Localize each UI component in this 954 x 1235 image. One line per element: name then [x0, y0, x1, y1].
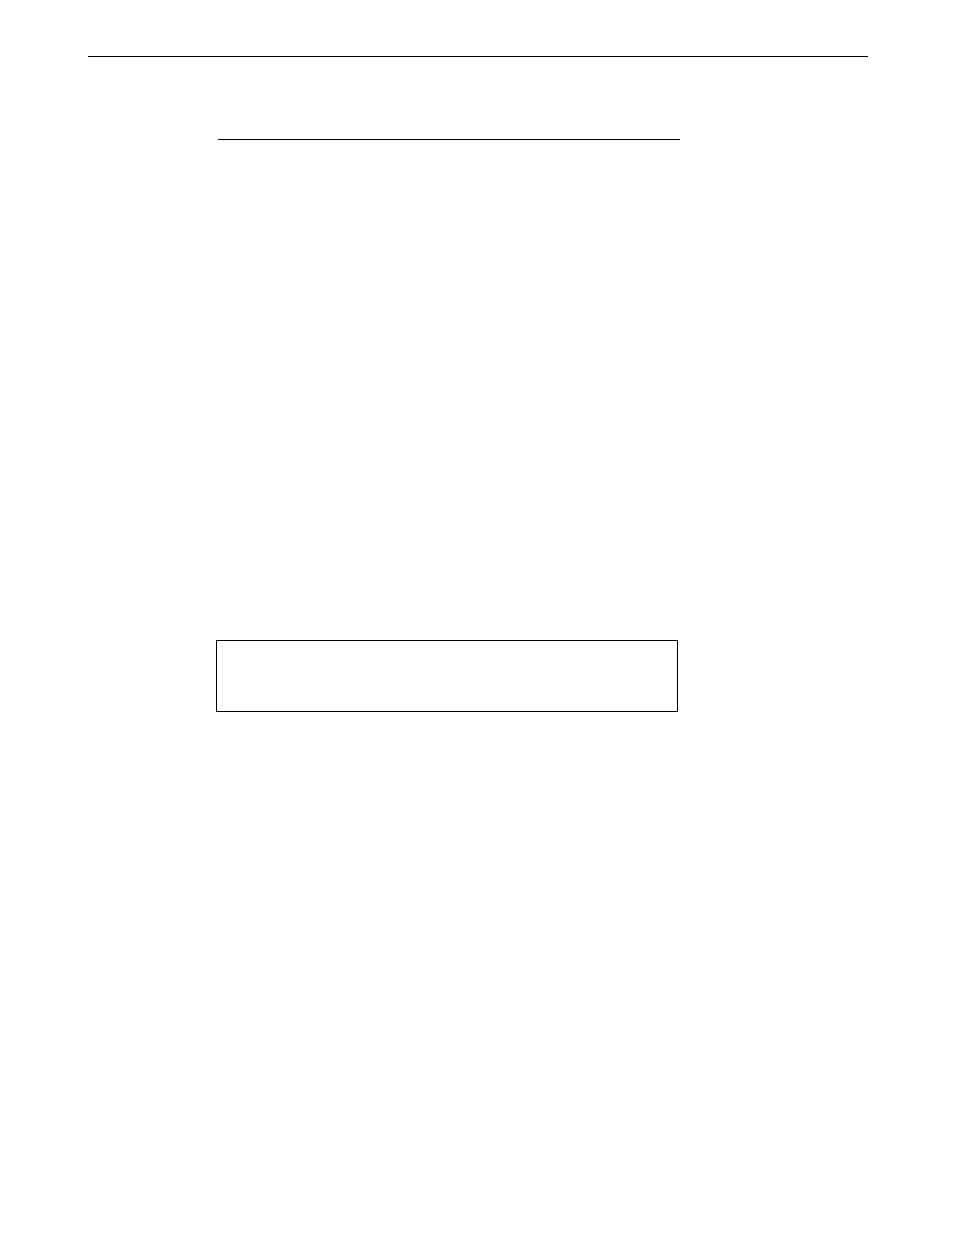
horizontal-line-top [88, 56, 868, 57]
horizontal-line-middle [218, 139, 680, 140]
empty-box [216, 640, 678, 712]
